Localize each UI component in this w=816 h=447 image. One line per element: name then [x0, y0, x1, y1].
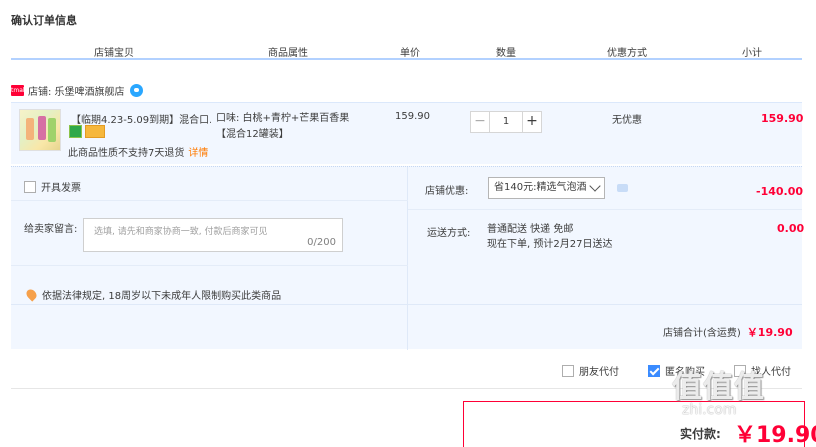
shipping-method: 普通配送 快递 免邮 现在下单, 预计2月27日送达: [487, 224, 613, 250]
shipping-label: 运送方式:: [427, 228, 471, 239]
anonymous-purchase-checkbox[interactable]: [648, 364, 660, 377]
invoice-checkbox[interactable]: [24, 180, 36, 193]
increase-quantity-button[interactable]: +: [522, 111, 542, 133]
service-tags: [69, 125, 105, 138]
watermark: 值值值 zhi.com: [672, 362, 812, 432]
product-thumbnail[interactable]: [19, 109, 61, 151]
order-notes-column: 开具发票 给卖家留言: 选填, 请先和商家协商一致, 付款后商家可见 0/200…: [11, 167, 408, 350]
divider: [11, 200, 408, 201]
item-subtotal: 159.90: [761, 112, 804, 125]
shop-total-amount: ￥19.90: [746, 326, 793, 339]
guarantee-icon[interactable]: [69, 125, 82, 138]
no-return-notice: 此商品性质不支持7天退货 详情: [68, 148, 209, 159]
header-attr: 商品属性: [268, 48, 308, 59]
divider: [11, 304, 802, 305]
coupon-amount: -140.00: [756, 185, 804, 198]
decrease-quantity-button[interactable]: −: [470, 111, 490, 133]
order-item-row: 【临期4.23-5.09到期】混合口... 此商品性质不支持7天退货 详情 口味:…: [11, 102, 804, 164]
discount-method: 无优惠: [612, 115, 642, 126]
invoice-option[interactable]: 开具发票: [24, 179, 81, 194]
location-pin-icon: [24, 287, 39, 302]
quantity-stepper: − 1 +: [470, 111, 542, 133]
page-title: 确认订单信息: [11, 14, 77, 27]
shop-total: 店铺合计(含运费) ￥19.90: [663, 326, 793, 339]
order-options-panel: 开具发票 给卖家留言: 选填, 请先和商家协商一致, 付款后商家可见 0/200…: [11, 166, 805, 350]
coupon-select[interactable]: 省140元:精选气泡酒: [488, 177, 605, 199]
tmall-icon: tmall: [11, 84, 27, 96]
quantity-input[interactable]: 1: [490, 111, 522, 133]
invoice-label: 开具发票: [41, 183, 81, 194]
shipping-fee: 0.00: [777, 222, 805, 235]
divider: [408, 209, 802, 210]
shop-name-link[interactable]: 店铺: 乐堡啤酒旗舰店: [28, 83, 125, 98]
chat-icon[interactable]: [129, 83, 143, 97]
details-link[interactable]: 详情: [188, 148, 208, 159]
header-subtotal: 小计: [742, 48, 762, 59]
coupon-label: 店铺优惠:: [425, 186, 469, 197]
seller-message-textarea[interactable]: 选填, 请先和商家协商一致, 付款后商家可见 0/200: [83, 218, 343, 252]
shop-row: tmall 店铺: 乐堡啤酒旗舰店: [11, 83, 143, 98]
message-icon[interactable]: [617, 184, 628, 192]
age-restriction-notice: 依据法律规定, 18周岁以下未成年人限制购买此类商品: [24, 287, 281, 302]
credit-card-icon[interactable]: [85, 125, 105, 138]
header-item: 店铺宝贝: [94, 48, 134, 59]
divider: [11, 265, 408, 266]
product-title-link[interactable]: 【临期4.23-5.09到期】混合口...: [71, 111, 211, 126]
header-price: 单价: [400, 48, 420, 59]
product-attributes: 口味: 白桃+青柠+芒果百香果 【混合12罐装】: [216, 113, 350, 140]
header-discount: 优惠方式: [607, 48, 647, 59]
column-headers: 店铺宝贝 商品属性 单价 数量 优惠方式 小计: [11, 44, 802, 60]
message-placeholder: 选填, 请先和商家协商一致, 付款后商家可见: [94, 227, 268, 237]
message-label: 给卖家留言:: [24, 224, 78, 235]
chevron-down-icon: [589, 180, 601, 192]
header-qty: 数量: [496, 48, 516, 59]
watermark-logo: 值值值: [672, 370, 765, 405]
watermark-url: zhi.com: [682, 402, 737, 418]
friend-pay-option[interactable]: 朋友代付: [562, 363, 619, 378]
friend-pay-checkbox[interactable]: [562, 364, 574, 377]
message-counter: 0/200: [307, 237, 336, 248]
unit-price: 159.90: [395, 111, 430, 122]
